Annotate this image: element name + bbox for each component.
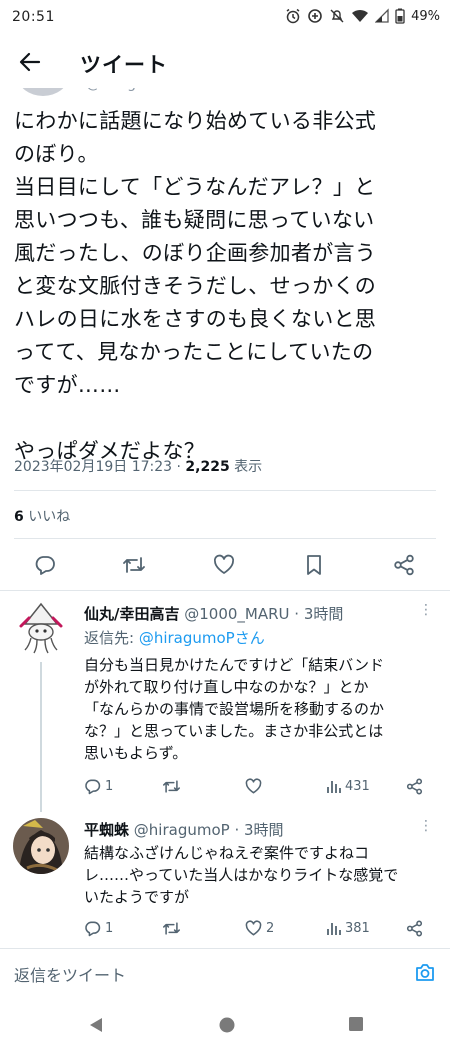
retweet-button[interactable] — [119, 550, 149, 580]
like-button[interactable] — [209, 550, 239, 580]
battery-icon — [395, 8, 405, 24]
views-chart-icon — [327, 780, 341, 793]
reply-count: 1 — [105, 778, 114, 794]
divider — [0, 590, 450, 591]
views-count: 2,225 — [185, 459, 230, 475]
alarm-icon — [286, 8, 300, 24]
like-icon — [245, 777, 262, 793]
reply-button[interactable]: 1 — [84, 918, 113, 938]
retweet-button[interactable] — [162, 918, 185, 938]
signal-icon — [375, 8, 389, 23]
author-name[interactable]: 仙丸/幸田高吉 — [84, 605, 179, 623]
replying-to: 返信先: @hiragumoPさん — [84, 627, 265, 648]
share-icon — [406, 778, 423, 794]
status-icons: 49% — [285, 8, 440, 24]
reply-tweet[interactable]: 仙丸/幸田高吉 @1000_MARU · 3時間 ⋮ 返信先: @hiragum… — [0, 600, 450, 812]
nav-back-button[interactable] — [88, 1016, 104, 1038]
page-title: ツイート — [80, 53, 168, 77]
tweet-timestamp[interactable]: 2023年02月19日 17:23 — [14, 459, 172, 475]
view-count: 431 — [345, 778, 370, 794]
reply-button[interactable] — [30, 550, 60, 580]
back-button[interactable] — [12, 46, 48, 78]
view-count: 381 — [345, 920, 370, 936]
views-chart-icon — [327, 922, 341, 935]
retweet-icon — [162, 921, 180, 935]
camera-button[interactable] — [414, 961, 436, 987]
avatar[interactable] — [13, 600, 69, 656]
replying-to-label: 返信先: — [84, 629, 139, 647]
retweet-button[interactable] — [162, 776, 185, 796]
arrow-left-icon — [19, 52, 41, 72]
like-button[interactable] — [245, 776, 266, 796]
square-recents-icon — [349, 1017, 363, 1031]
circle-home-icon — [219, 1017, 235, 1033]
reply-count: 1 — [105, 920, 114, 936]
reply-icon — [85, 921, 101, 936]
like-count: 2 — [266, 920, 275, 936]
share-button[interactable] — [406, 918, 423, 938]
likes-summary[interactable]: 6 いいね — [14, 506, 70, 526]
app-header: ツイート — [0, 36, 450, 88]
wifi-icon — [352, 9, 369, 22]
replying-to-link[interactable]: @hiragumoPさん — [139, 629, 265, 647]
reply-input[interactable]: 返信をツイート — [14, 962, 126, 986]
camera-icon — [416, 964, 434, 981]
system-nav-bar — [0, 1000, 450, 1051]
tweet-text: にわかに話題になり始めている非公式 のぼり。 当日目にして「どうなんだアレ？」と… — [14, 109, 377, 463]
views-button[interactable]: 381 — [326, 918, 370, 938]
more-options-icon[interactable]: ⋮ — [419, 818, 433, 834]
anime-character-avatar-icon — [13, 818, 69, 874]
reply-button[interactable]: 1 — [84, 776, 113, 796]
like-icon — [245, 919, 262, 935]
status-time: 20:51 — [12, 9, 55, 25]
mute-icon — [330, 9, 344, 23]
share-icon — [406, 920, 423, 936]
reply-header: 仙丸/幸田高吉 @1000_MARU · 3時間 — [84, 603, 343, 624]
bookmark-icon — [307, 555, 321, 575]
reply-actions: 1 2 381 — [84, 918, 434, 938]
thread-line — [40, 662, 42, 812]
battery-percent: 49% — [411, 8, 440, 24]
like-button[interactable]: 2 — [245, 918, 274, 938]
views-label: 表示 — [229, 459, 263, 475]
reply-icon — [35, 556, 55, 575]
reply-time: · 3時間 — [229, 821, 284, 839]
tweet-actions — [0, 550, 450, 580]
avatar[interactable] — [13, 818, 69, 874]
reply-header: 平蜘蛛 @hiragumoP · 3時間 — [84, 819, 284, 840]
likes-count: 6 — [14, 509, 24, 525]
squid-avatar-icon — [13, 600, 69, 656]
data-saver-icon — [308, 9, 322, 23]
nav-recents-button[interactable] — [348, 1016, 364, 1036]
meta-separator: · — [172, 459, 186, 475]
author-name[interactable]: 平蜘蛛 — [84, 821, 129, 839]
reply-text: 結構なふざけんじゃねえぞ案件ですよねコ レ……やっていた当人はかなりライトな感覚… — [84, 844, 399, 906]
reply-icon — [85, 779, 101, 794]
share-icon — [394, 554, 414, 576]
nav-home-button[interactable] — [218, 1016, 236, 1038]
reply-tweet[interactable]: 平蜘蛛 @hiragumoP · 3時間 ⋮ 結構なふざけんじゃねえぞ案件ですよ… — [0, 816, 450, 946]
reply-text: 自分も当日見かけたんですけど「結束バンド が外れて取り付け直し中なのかな？」とか… — [84, 656, 385, 762]
author-handle[interactable]: @1000_MARU — [179, 605, 289, 623]
divider — [14, 490, 436, 491]
reply-actions: 1 431 — [84, 776, 434, 796]
more-options-icon[interactable]: ⋮ — [419, 602, 433, 618]
divider — [14, 538, 436, 539]
like-icon — [213, 554, 235, 574]
views-button[interactable]: 431 — [326, 776, 370, 796]
triangle-back-icon — [90, 1018, 102, 1032]
share-button[interactable] — [406, 776, 423, 796]
tweet-meta: 2023年02月19日 17:23 · 2,225 表示 — [14, 456, 262, 476]
reply-composer[interactable]: 返信をツイート — [0, 948, 450, 996]
reply-time: · 3時間 — [289, 605, 344, 623]
share-button[interactable] — [389, 550, 419, 580]
retweet-icon — [162, 779, 180, 793]
retweet-icon — [123, 557, 145, 573]
likes-label: いいね — [23, 509, 71, 525]
status-bar: 20:51 49% — [0, 0, 450, 36]
author-handle[interactable]: @hiragumoP — [129, 821, 230, 839]
bookmark-button[interactable] — [299, 550, 329, 580]
